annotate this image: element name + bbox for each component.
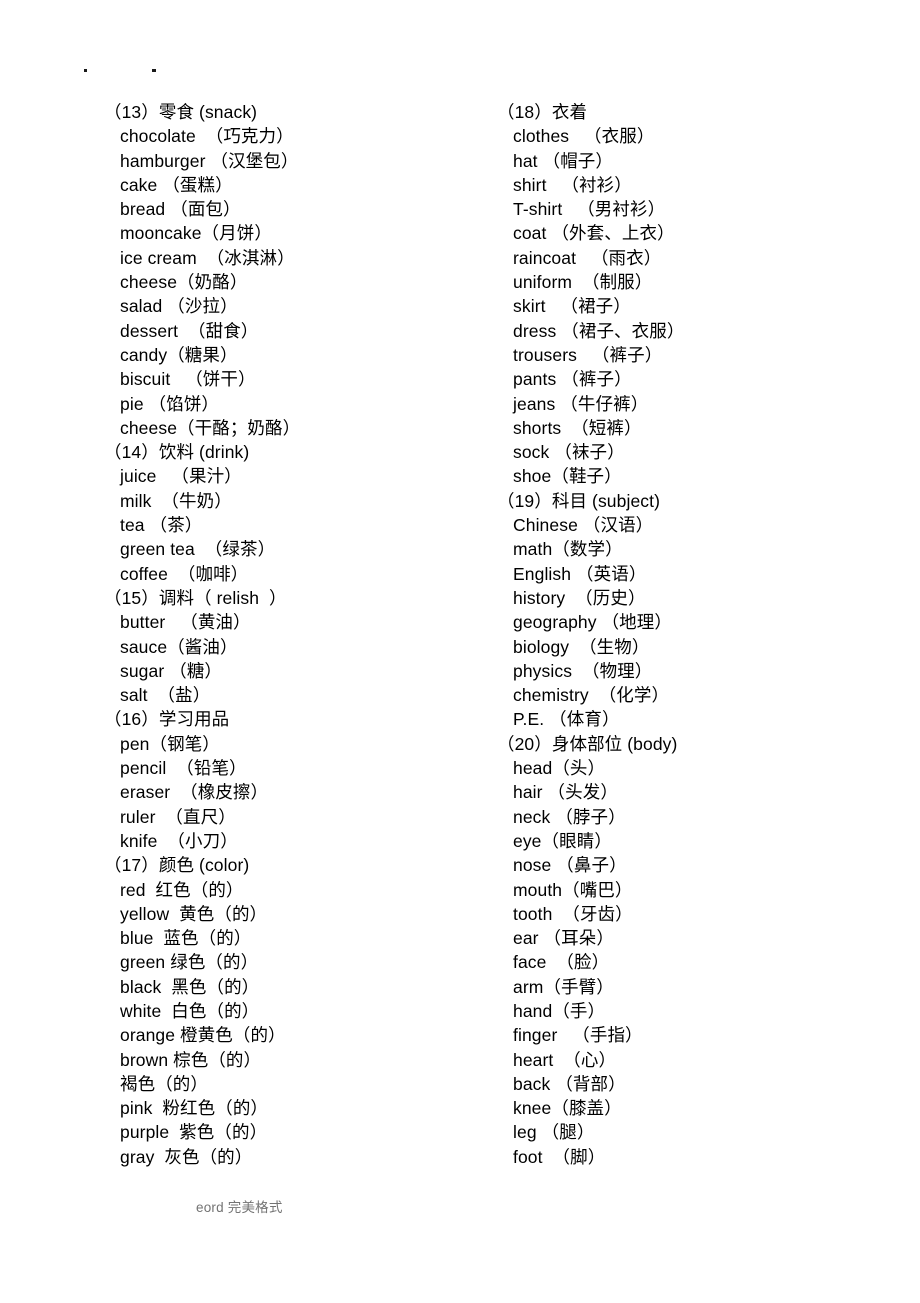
vocabulary-entry: pen（钢笔）: [120, 733, 220, 754]
vocabulary-entry: green tea （绿茶）: [120, 539, 276, 560]
vocabulary-entry: clothes （衣服）: [513, 126, 655, 147]
section-heading: （16）学习用品: [104, 709, 230, 730]
vocabulary-entry: white 白色（的）: [120, 1000, 260, 1021]
vocabulary-entry: biology （生物）: [513, 636, 650, 657]
vocabulary-entry: ruler （直尺）: [120, 806, 236, 827]
vocabulary-entry: candy（糖果）: [120, 344, 238, 365]
vocabulary-entry: 褐色（的）: [120, 1073, 208, 1094]
vocabulary-entry: green 绿色（的）: [120, 952, 259, 973]
section-heading: （14）饮料 (drink): [104, 442, 250, 463]
vocabulary-entry: orange 橙黄色（的）: [120, 1025, 286, 1046]
vocabulary-entry: salt （盐）: [120, 685, 211, 706]
vocabulary-entry: cheese（奶酪）: [120, 272, 248, 293]
vocabulary-entry: cheese（干酪；奶酪）: [120, 417, 301, 438]
vocabulary-entry: pants （裤子）: [513, 369, 632, 390]
vocabulary-entry: red 红色（的）: [120, 879, 244, 900]
vocabulary-entry: skirt （裙子）: [513, 296, 631, 317]
vocabulary-entry: T-shirt （男衬衫）: [513, 199, 666, 220]
vocabulary-entry: math（数学）: [513, 539, 623, 560]
vocabulary-entry: hair （头发）: [513, 782, 618, 803]
vocabulary-entry: history （历史）: [513, 587, 646, 608]
vocabulary-entry: salad （沙拉）: [120, 296, 238, 317]
scan-speck-artifact: [152, 69, 156, 72]
vocabulary-entry: uniform （制服）: [513, 272, 653, 293]
section-heading: （20）身体部位 (body): [497, 733, 678, 754]
vocabulary-entry: bread （面包）: [120, 199, 241, 220]
section-heading: （15）调料（ relish ）: [104, 587, 287, 608]
document-page: （13）零食 (snack) chocolate （巧克力） hamburger （…: [0, 0, 920, 1303]
vocabulary-entry: physics （物理）: [513, 660, 653, 681]
vocabulary-entry: knee（膝盖）: [513, 1098, 622, 1119]
vocabulary-entry: face （脸）: [513, 952, 610, 973]
vocabulary-entry: ear （耳朵）: [513, 928, 614, 949]
vocabulary-entry: head（头）: [513, 758, 606, 779]
vocabulary-entry: butter （黄油）: [120, 612, 251, 633]
vocabulary-entry: English （英语）: [513, 563, 647, 584]
vocabulary-entry: heart （心）: [513, 1049, 617, 1070]
vocabulary-entry: blue 蓝色（的）: [120, 928, 252, 949]
vocabulary-entry: black 黑色（的）: [120, 976, 260, 997]
vocabulary-entry: gray 灰色（的）: [120, 1146, 253, 1167]
vocabulary-entry: pink 粉红色（的）: [120, 1098, 269, 1119]
vocabulary-entry: brown 棕色（的）: [120, 1049, 262, 1070]
vocabulary-entry: dessert （甜食）: [120, 320, 259, 341]
section-heading: （18）衣着: [497, 102, 588, 122]
vocabulary-entry: cake （蛋糕）: [120, 174, 233, 195]
vocabulary-entry: tooth （牙齿）: [513, 903, 633, 924]
vocabulary-entry: milk （牛奶）: [120, 490, 232, 511]
section-heading: （17）颜色 (color): [104, 855, 250, 876]
vocabulary-entry: nose （鼻子）: [513, 855, 627, 876]
vocabulary-entry: jeans （牛仔裤）: [513, 393, 649, 414]
vocabulary-entry: ice cream （冰淇淋）: [120, 247, 295, 268]
vocabulary-entry: chemistry （化学）: [513, 685, 670, 706]
vocabulary-entry: foot （脚）: [513, 1146, 606, 1167]
scan-speck-artifact: [84, 69, 87, 72]
vocabulary-entry: P.E. （体育）: [513, 709, 620, 730]
vocabulary-entry: purple 紫色（的）: [120, 1122, 268, 1143]
vocabulary-entry: coat （外套、上衣）: [513, 223, 675, 244]
vocabulary-entry: shorts （短裤）: [513, 417, 642, 438]
vocabulary-entry: shoe（鞋子）: [513, 466, 622, 487]
vocabulary-entry: pie （馅饼）: [120, 393, 220, 414]
vocabulary-entry: finger （手指）: [513, 1025, 643, 1046]
vocabulary-entry: hand（手）: [513, 1000, 606, 1021]
section-heading: （13）零食 (snack): [104, 102, 258, 122]
vocabulary-entry: sauce（酱油）: [120, 636, 238, 657]
page-footer: eord 完美格式: [196, 1200, 283, 1215]
vocabulary-entry: arm（手臂）: [513, 976, 614, 997]
vocabulary-entry: juice （果汁）: [120, 466, 242, 487]
vocabulary-entry: dress （裙子、衣服）: [513, 320, 685, 341]
vocabulary-entry: leg （腿）: [513, 1122, 595, 1143]
vocabulary-entry: knife （小刀）: [120, 830, 238, 851]
vocabulary-entry: mouth（嘴巴）: [513, 879, 633, 900]
vocabulary-entry: raincoat （雨衣）: [513, 247, 662, 268]
vocabulary-entry: sugar （糖）: [120, 660, 223, 681]
vocabulary-entry: neck （脖子）: [513, 806, 626, 827]
vocabulary-entry: pencil （铅笔）: [120, 758, 247, 779]
vocabulary-entry: shirt （衬衫）: [513, 174, 632, 195]
vocabulary-entry: coffee （咖啡）: [120, 563, 249, 584]
vocabulary-entry: chocolate （巧克力）: [120, 126, 294, 147]
vocabulary-entry: biscuit （饼干）: [120, 369, 256, 390]
left-column: （13）零食 (snack) chocolate （巧克力） hamburger （…: [104, 100, 484, 1169]
vocabulary-entry: hamburger （汉堡包）: [120, 150, 299, 171]
vocabulary-entry: mooncake（月饼）: [120, 223, 272, 244]
vocabulary-entry: geography （地理）: [513, 612, 672, 633]
right-column: （18）衣着 clothes （衣服） hat （帽子） shirt （衬衫） T-sh…: [497, 100, 897, 1169]
vocabulary-entry: trousers （裤子）: [513, 344, 663, 365]
vocabulary-entry: eye（眼睛）: [513, 830, 612, 851]
vocabulary-entry: back （背部）: [513, 1073, 626, 1094]
vocabulary-entry: hat （帽子）: [513, 150, 613, 171]
vocabulary-entry: sock （袜子）: [513, 442, 625, 463]
vocabulary-entry: eraser （橡皮擦）: [120, 782, 269, 803]
vocabulary-entry: Chinese （汉语）: [513, 515, 654, 536]
vocabulary-entry: tea （茶）: [120, 515, 203, 536]
vocabulary-entry: yellow 黄色（的）: [120, 903, 268, 924]
section-heading: （19）科目 (subject): [497, 490, 661, 511]
